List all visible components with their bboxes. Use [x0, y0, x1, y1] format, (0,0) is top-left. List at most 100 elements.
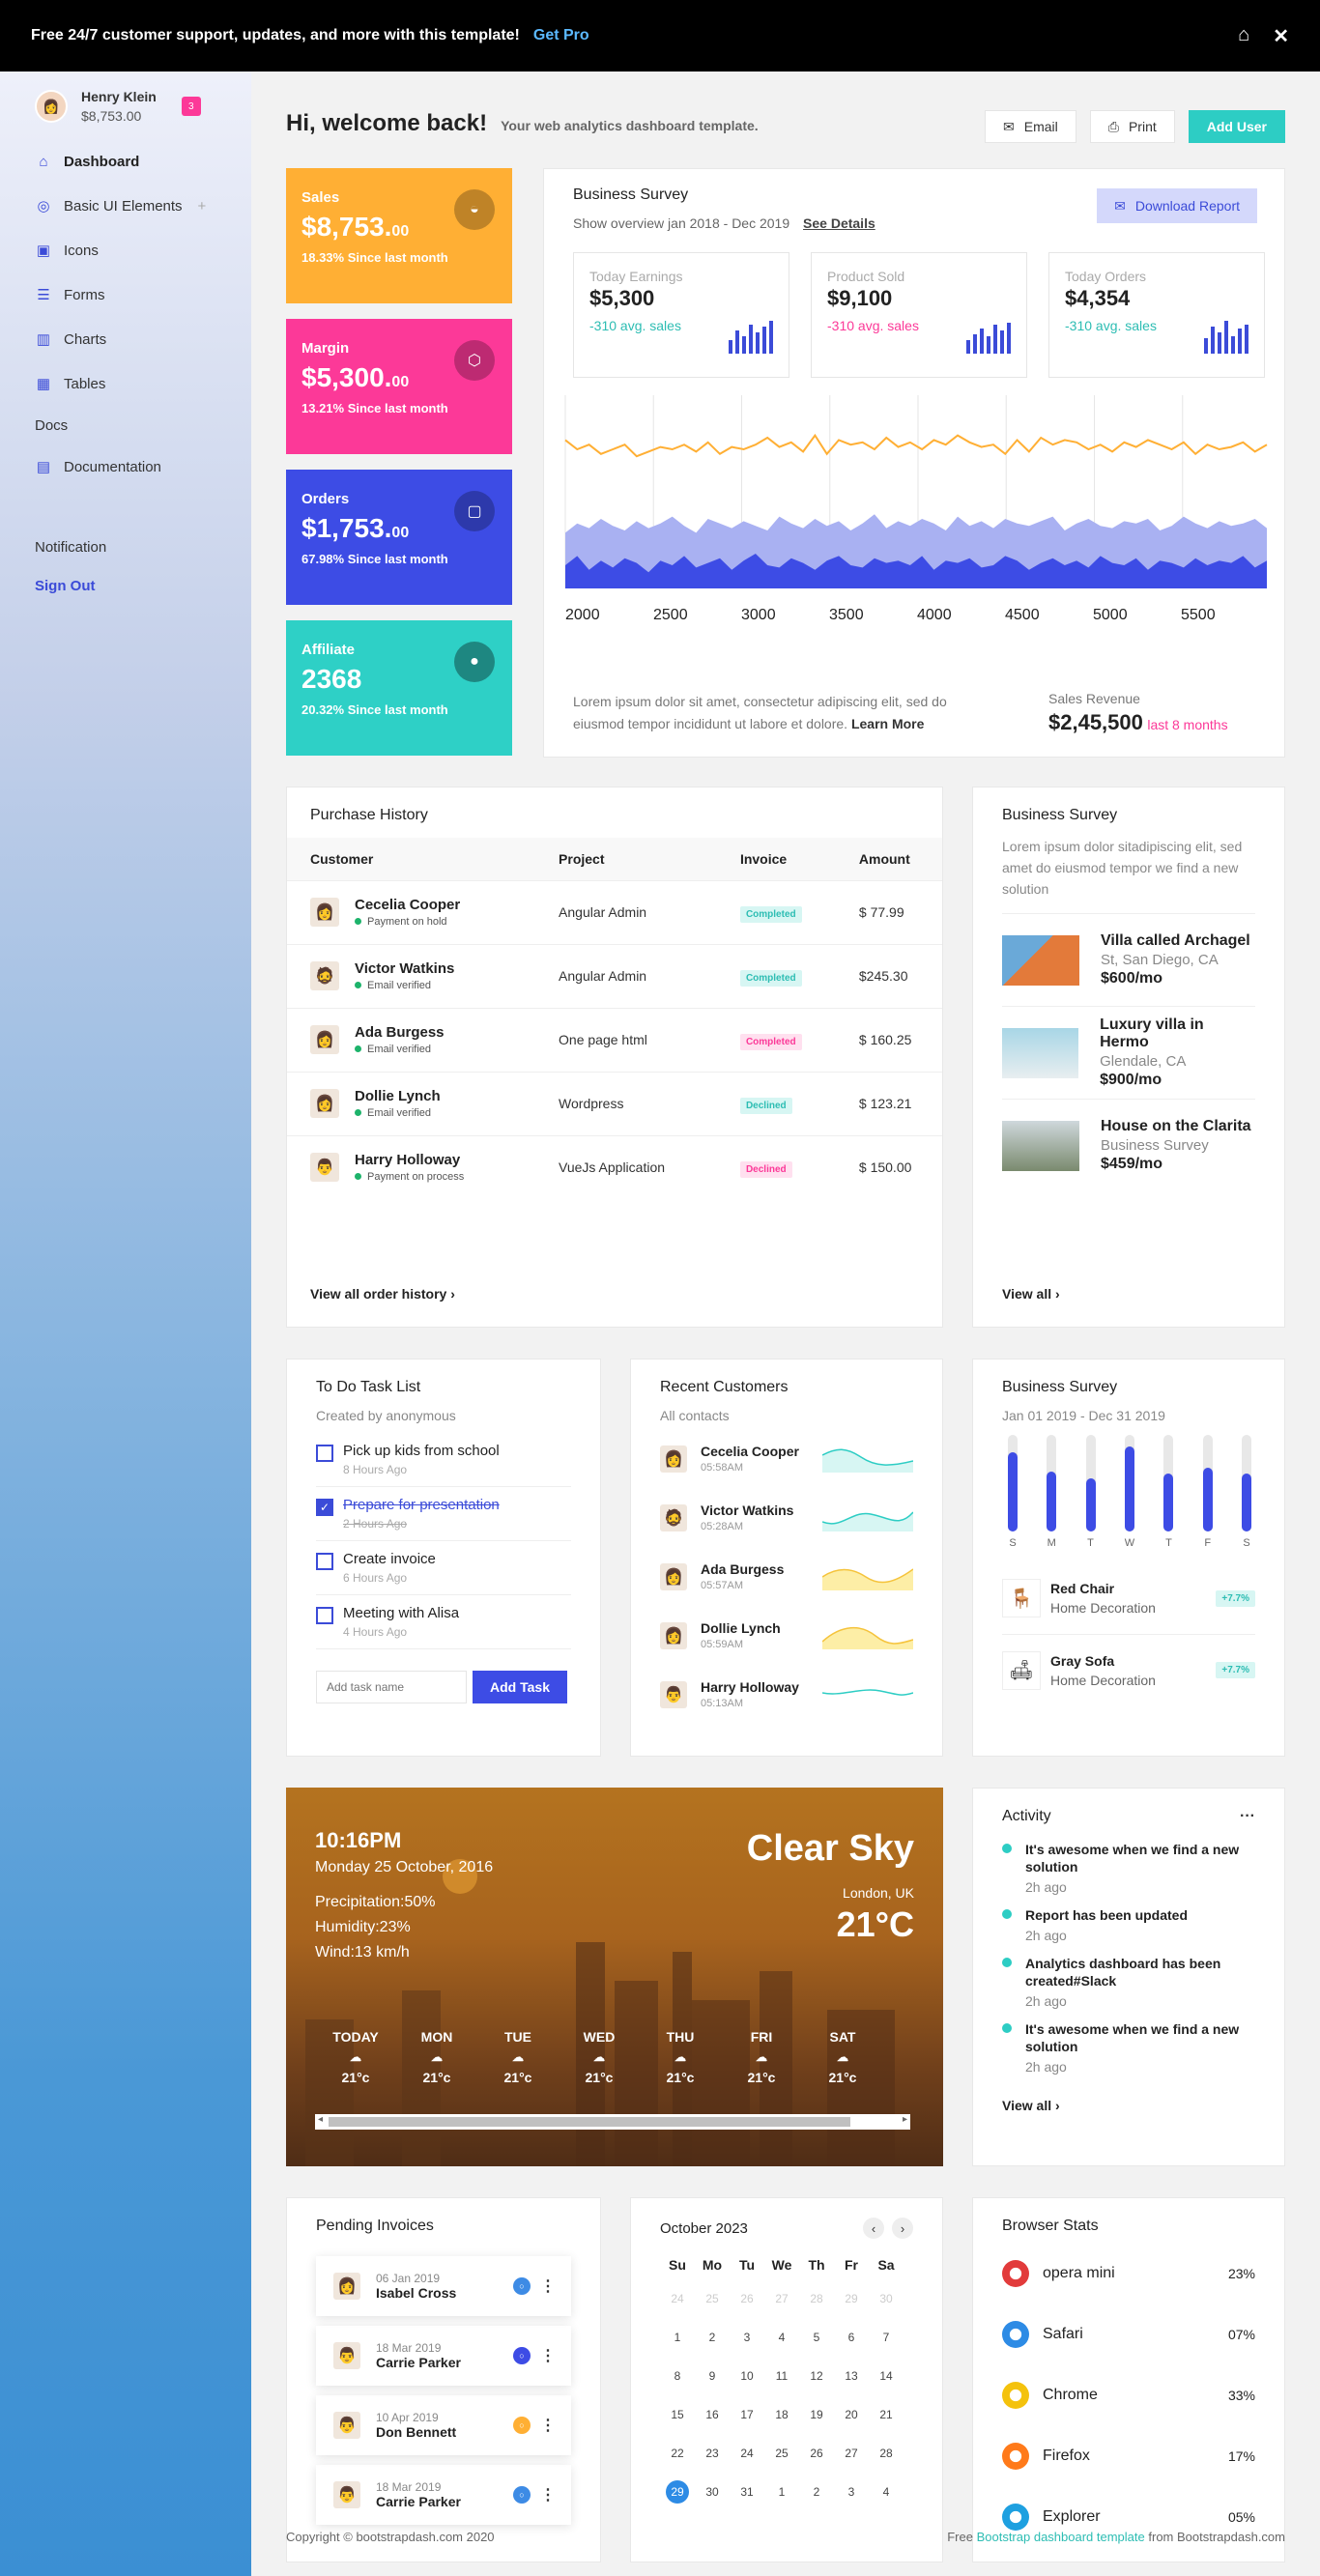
download-report-button[interactable]: ✉ Download Report: [1097, 188, 1257, 223]
task-checkbox[interactable]: ✓: [316, 1499, 333, 1516]
calendar-day[interactable]: 16: [695, 2395, 730, 2434]
calendar-day[interactable]: 18: [764, 2395, 799, 2434]
recent-customer-item[interactable]: 👨 Harry Holloway 05:13AM: [660, 1665, 913, 1724]
calendar-day[interactable]: 20: [834, 2395, 869, 2434]
more-vertical-icon[interactable]: ⋮: [540, 2346, 556, 2365]
email-button[interactable]: ✉ Email: [985, 110, 1076, 143]
table-row[interactable]: 🧔 Victor Watkins Email verified Angular Adm…: [287, 943, 942, 1008]
calendar-day[interactable]: 6: [834, 2318, 869, 2357]
calendar-day[interactable]: 2: [799, 2473, 834, 2511]
more-vertical-icon[interactable]: ⋮: [540, 2485, 556, 2504]
table-row[interactable]: 👨 Harry Holloway Payment on process VueJs A…: [287, 1134, 942, 1199]
more-vertical-icon[interactable]: ⋮: [540, 2276, 556, 2296]
calendar-day[interactable]: 4: [869, 2473, 904, 2511]
calendar-day[interactable]: 12: [799, 2357, 834, 2395]
table-row[interactable]: 👩 Cecelia Cooper Payment on hold Angular Ad…: [287, 879, 942, 944]
table-row[interactable]: 👩 Dollie Lynch Email verified Wordpress Decl…: [287, 1071, 942, 1135]
more-icon[interactable]: ···: [1240, 1808, 1255, 1825]
view-all-link[interactable]: View all ›: [1002, 1286, 1060, 1302]
task-checkbox[interactable]: [316, 1445, 333, 1462]
calendar-day[interactable]: 2: [695, 2318, 730, 2357]
property-listing[interactable]: Luxury villa in Hermo Glendale, CA $900/mo: [1002, 1006, 1255, 1099]
sidebar-item-documentation[interactable]: ▤ Documentation: [0, 444, 251, 489]
property-listing[interactable]: House on the Clarita Business Survey $459/…: [1002, 1099, 1255, 1191]
sidebar-item-basic-ui-elements[interactable]: ◎ Basic UI Elements +: [0, 184, 251, 228]
task-item[interactable]: ✓ Prepare for presentation 2 Hours Ago: [316, 1487, 571, 1541]
more-vertical-icon[interactable]: ⋮: [540, 2416, 556, 2435]
task-item[interactable]: Pick up kids from school 8 Hours Ago: [316, 1433, 571, 1487]
calendar-day[interactable]: 25: [764, 2434, 799, 2473]
calendar-day[interactable]: 3: [834, 2473, 869, 2511]
sidebar-item-dashboard[interactable]: ⌂ Dashboard: [0, 139, 251, 184]
recent-customer-item[interactable]: 👩 Dollie Lynch 05:59AM: [660, 1606, 913, 1665]
product-item[interactable]: 🛋 Gray Sofa Home Decoration +7.7%: [1002, 1634, 1255, 1705]
close-icon[interactable]: ✕: [1273, 24, 1289, 48]
calendar-day[interactable]: 25: [695, 2279, 730, 2318]
task-name-input[interactable]: [316, 1671, 467, 1703]
calendar-day[interactable]: 31: [730, 2473, 764, 2511]
calendar-day[interactable]: 26: [730, 2279, 764, 2318]
task-item[interactable]: Create invoice 6 Hours Ago: [316, 1541, 571, 1595]
calendar-day[interactable]: 28: [799, 2279, 834, 2318]
sidebar-item-icons[interactable]: ▣ Icons: [0, 228, 251, 272]
invoice-item[interactable]: 👩 06 Jan 2019 Isabel Cross ○ ⋮: [316, 2256, 571, 2316]
calendar-day[interactable]: 23: [695, 2434, 730, 2473]
invoice-item[interactable]: 👨 10 Apr 2019 Don Bennett ○ ⋮: [316, 2395, 571, 2455]
table-row[interactable]: 👩 Ada Burgess Email verified One page html C…: [287, 1007, 942, 1072]
sidebar-item-forms[interactable]: ☰ Forms: [0, 272, 251, 317]
invoice-item[interactable]: 👨 18 Mar 2019 Carrie Parker ○ ⋮: [316, 2326, 571, 2386]
task-checkbox[interactable]: [316, 1607, 333, 1624]
calendar-day[interactable]: 27: [834, 2434, 869, 2473]
learn-more-link[interactable]: Learn More: [851, 716, 924, 731]
calendar-day[interactable]: 1: [764, 2473, 799, 2511]
calendar-day[interactable]: 30: [695, 2473, 730, 2511]
calendar-day[interactable]: 27: [764, 2279, 799, 2318]
view-all-link[interactable]: View all ›: [1002, 2098, 1255, 2113]
calendar-day[interactable]: 22: [660, 2434, 695, 2473]
calendar-day[interactable]: 9: [695, 2357, 730, 2395]
sign-out-link[interactable]: Sign Out: [0, 566, 251, 605]
calendar-day[interactable]: 5: [799, 2318, 834, 2357]
calendar-day[interactable]: 28: [869, 2434, 904, 2473]
calendar-day[interactable]: 11: [764, 2357, 799, 2395]
recent-customer-item[interactable]: 👩 Ada Burgess 05:57AM: [660, 1547, 913, 1606]
calendar-day[interactable]: 29: [660, 2473, 695, 2511]
sidebar-item-charts[interactable]: ▥ Charts: [0, 317, 251, 361]
calendar-day[interactable]: 17: [730, 2395, 764, 2434]
calendar-day[interactable]: 19: [799, 2395, 834, 2434]
calendar-day[interactable]: 10: [730, 2357, 764, 2395]
add-task-button[interactable]: Add Task: [473, 1671, 567, 1703]
calendar-day[interactable]: 24: [660, 2279, 695, 2318]
view-all-orders-link[interactable]: View all order history ›: [310, 1286, 455, 1302]
invoice-item[interactable]: 👨 18 Mar 2019 Carrie Parker ○ ⋮: [316, 2465, 571, 2525]
property-listing[interactable]: Villa called Archagel St, San Diego, CA $6…: [1002, 913, 1255, 1006]
calendar-day[interactable]: 26: [799, 2434, 834, 2473]
print-button[interactable]: ⎙ Print: [1089, 110, 1175, 143]
recent-customer-item[interactable]: 🧔 Victor Watkins 05:28AM: [660, 1488, 913, 1547]
calendar-day[interactable]: 15: [660, 2395, 695, 2434]
add-user-button[interactable]: Add User: [1188, 110, 1285, 143]
calendar-day[interactable]: 30: [869, 2279, 904, 2318]
calendar-day[interactable]: 24: [730, 2434, 764, 2473]
product-item[interactable]: 🪑 Red Chair Home Decoration +7.7%: [1002, 1562, 1255, 1634]
notification-link[interactable]: Notification: [0, 528, 251, 566]
get-pro-link[interactable]: Get Pro: [533, 27, 589, 44]
calendar-day[interactable]: 21: [869, 2395, 904, 2434]
home-icon[interactable]: ⌂: [1238, 24, 1249, 48]
calendar-day[interactable]: 7: [869, 2318, 904, 2357]
footer-template-link[interactable]: Bootstrap dashboard template: [977, 2530, 1145, 2544]
recent-customer-item[interactable]: 👩 Cecelia Cooper 05:58AM: [660, 1429, 913, 1488]
user-profile[interactable]: 👩 Henry Klein $8,753.00 3: [0, 72, 251, 139]
calendar-day[interactable]: 8: [660, 2357, 695, 2395]
task-item[interactable]: Meeting with Alisa 4 Hours Ago: [316, 1595, 571, 1649]
see-details-link[interactable]: See Details: [803, 215, 875, 231]
calendar-day[interactable]: 13: [834, 2357, 869, 2395]
calendar-day[interactable]: 14: [869, 2357, 904, 2395]
calendar-day[interactable]: 3: [730, 2318, 764, 2357]
forecast-scrollbar[interactable]: ◂ ▸: [315, 2114, 910, 2130]
next-month-button[interactable]: ›: [892, 2218, 913, 2239]
calendar-day[interactable]: 29: [834, 2279, 869, 2318]
sidebar-item-tables[interactable]: ▦ Tables: [0, 361, 251, 406]
calendar-day[interactable]: 4: [764, 2318, 799, 2357]
calendar-day[interactable]: 1: [660, 2318, 695, 2357]
